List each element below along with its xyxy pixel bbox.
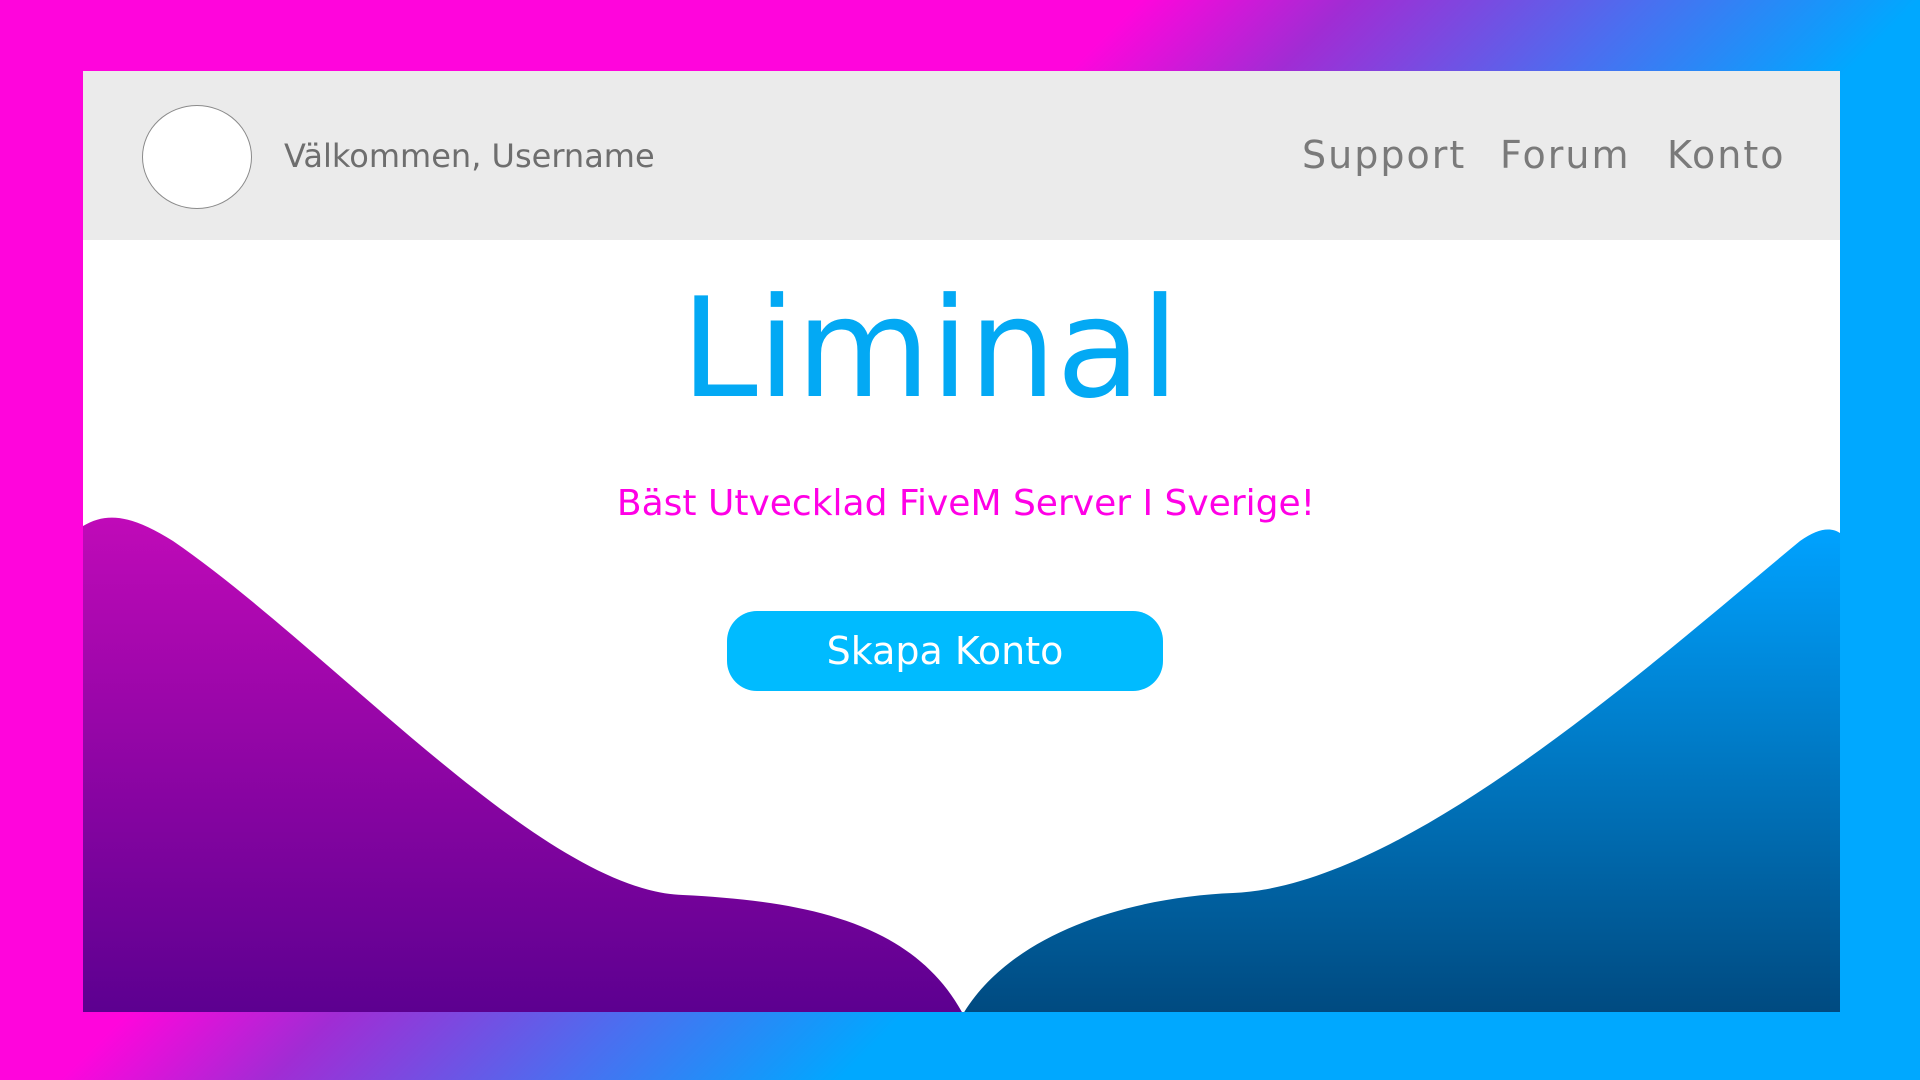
wave-right bbox=[964, 529, 1840, 1012]
wave-left bbox=[83, 517, 962, 1012]
hero-subtitle: Bäst Utvecklad FiveM Server I Sverige! bbox=[616, 483, 1316, 524]
top-header: Välkommen, Username Support Forum Konto bbox=[83, 71, 1840, 240]
nav-link-forum[interactable]: Forum bbox=[1500, 133, 1630, 177]
hero-title: Liminal bbox=[680, 268, 1180, 429]
welcome-text: Välkommen, Username bbox=[284, 137, 655, 175]
create-account-button[interactable]: Skapa Konto bbox=[727, 611, 1163, 691]
avatar[interactable] bbox=[142, 105, 252, 209]
nav-link-konto[interactable]: Konto bbox=[1667, 133, 1786, 177]
main-card: Välkommen, Username Support Forum Konto … bbox=[83, 71, 1840, 1012]
nav-link-support[interactable]: Support bbox=[1302, 133, 1466, 177]
